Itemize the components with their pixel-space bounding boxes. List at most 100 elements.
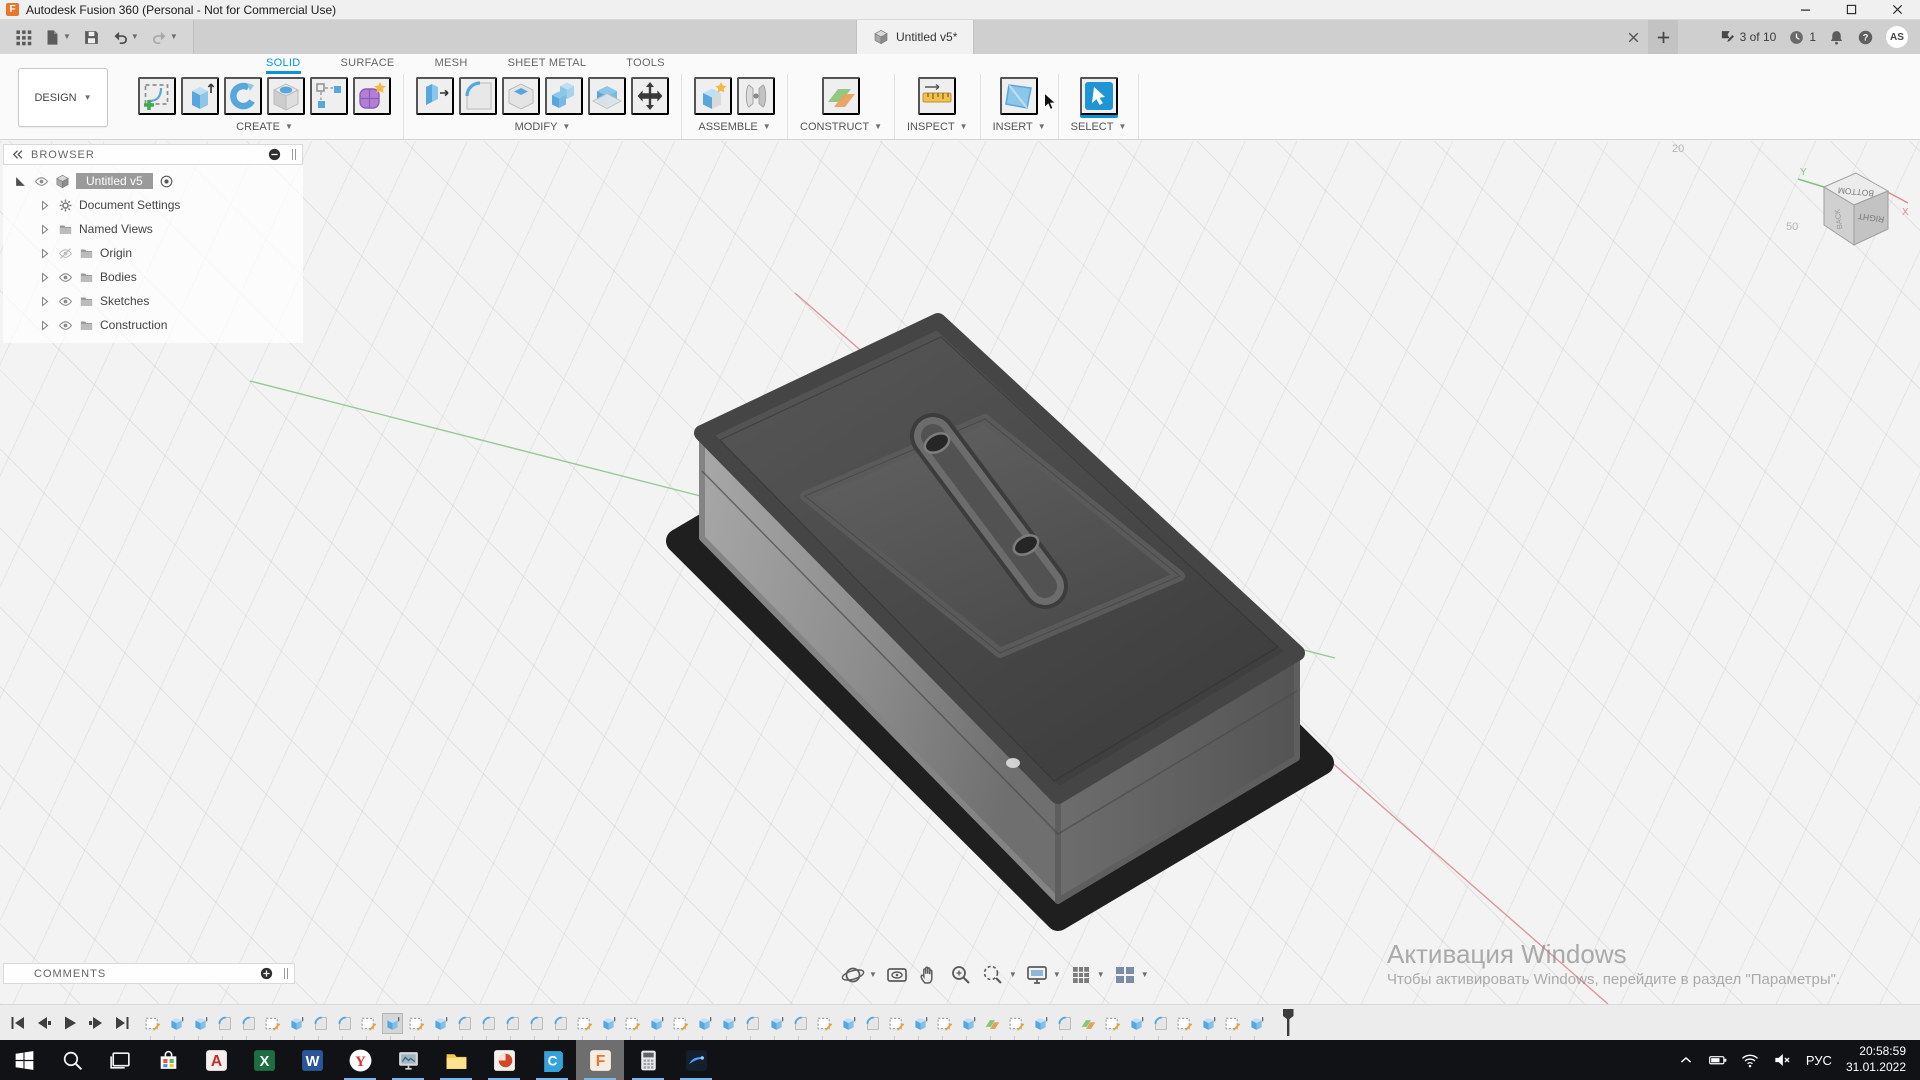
eye-icon[interactable] xyxy=(58,318,73,333)
panel-grip[interactable] xyxy=(284,968,288,979)
timeline-feature-extrude[interactable] xyxy=(694,1013,715,1034)
grid-settings-button[interactable]: ▼ xyxy=(1069,963,1105,987)
pan-button[interactable] xyxy=(917,963,941,987)
timeline-playhead[interactable] xyxy=(1282,1008,1294,1038)
viewport[interactable]: 20 50 BROWSER Untitled v5 Document Setti… xyxy=(0,141,1920,1004)
expand-panel-icon[interactable] xyxy=(259,966,274,981)
collapse-chevrons-icon[interactable] xyxy=(10,147,25,162)
eye-icon[interactable] xyxy=(58,270,73,285)
timeline-feature-fillet[interactable] xyxy=(478,1013,499,1034)
close-button[interactable] xyxy=(1874,0,1920,19)
timeline-feature-sketch[interactable] xyxy=(406,1013,427,1034)
volume-muted-icon[interactable] xyxy=(1772,1050,1792,1070)
timeline-feature-extrude[interactable] xyxy=(838,1013,859,1034)
group-label-create[interactable]: CREATE ▼ xyxy=(236,118,293,138)
timeline-feature-extrude[interactable] xyxy=(1030,1013,1051,1034)
fillet-tool-button[interactable] xyxy=(459,77,497,115)
timeline-feature-fillet[interactable] xyxy=(502,1013,523,1034)
expand-arrow-icon[interactable] xyxy=(37,222,52,237)
job-status-button[interactable]: 1 xyxy=(1788,29,1816,46)
play-button[interactable] xyxy=(60,1013,80,1033)
timeline-feature-sketch[interactable] xyxy=(1174,1013,1195,1034)
workspace-selector[interactable]: DESIGN ▼ xyxy=(18,68,108,127)
browser-header[interactable]: BROWSER xyxy=(3,144,303,165)
help-button[interactable]: ? xyxy=(1857,29,1874,46)
timeline-feature-fillet[interactable] xyxy=(310,1013,331,1034)
group-label-assemble[interactable]: ASSEMBLE ▼ xyxy=(698,118,770,138)
timeline-feature-fillet[interactable] xyxy=(1150,1013,1171,1034)
browser-item-construction[interactable]: Construction xyxy=(3,313,303,337)
view-cube[interactable]: Y X BOTTOM RIGHT BACK xyxy=(1790,147,1915,262)
new-tab-button[interactable] xyxy=(1648,20,1678,54)
battery-icon[interactable] xyxy=(1708,1050,1728,1070)
panel-grip[interactable] xyxy=(292,149,296,160)
document-tab[interactable]: Untitled v5* xyxy=(856,20,975,54)
go-to-end-button[interactable] xyxy=(112,1013,132,1033)
timeline-feature-fillet[interactable] xyxy=(790,1013,811,1034)
photo-editor[interactable] xyxy=(672,1040,720,1080)
model-body[interactable] xyxy=(666,313,1334,931)
tab-solid[interactable]: SOLID xyxy=(266,57,301,74)
timeline-feature-fillet[interactable] xyxy=(742,1013,763,1034)
insert-canvas-button[interactable] xyxy=(1000,77,1039,115)
timeline-feature-extrude[interactable] xyxy=(286,1013,307,1034)
timeline-feature-extrude[interactable] xyxy=(1198,1013,1219,1034)
word[interactable]: W xyxy=(288,1040,336,1080)
cura[interactable]: C xyxy=(528,1040,576,1080)
minimize-button[interactable] xyxy=(1782,0,1828,19)
maximize-button[interactable] xyxy=(1828,0,1874,19)
timeline-feature-fillet[interactable] xyxy=(214,1013,235,1034)
expand-triangle-icon[interactable] xyxy=(13,174,28,189)
joint-button[interactable] xyxy=(737,77,775,115)
group-label-inspect[interactable]: INSPECT ▼ xyxy=(907,118,968,138)
start-button[interactable] xyxy=(0,1040,48,1080)
timeline-feature-extrude[interactable] xyxy=(382,1013,403,1034)
excel[interactable]: X xyxy=(240,1040,288,1080)
eye-icon[interactable] xyxy=(58,294,73,309)
account-avatar[interactable]: AS xyxy=(1886,26,1908,48)
tab-sheet-metal[interactable]: SHEET METAL xyxy=(508,57,587,74)
timeline-feature-sketch[interactable] xyxy=(1102,1013,1123,1034)
timeline-feature-fillet[interactable] xyxy=(1054,1013,1075,1034)
timeline-feature-extrude[interactable] xyxy=(766,1013,787,1034)
timeline-feature-extrude[interactable] xyxy=(910,1013,931,1034)
timeline-feature-fillet[interactable] xyxy=(526,1013,547,1034)
zoom-button[interactable] xyxy=(949,963,973,987)
extensions-button[interactable]: 3 of 10 xyxy=(1719,29,1776,46)
timeline-feature-extrude[interactable] xyxy=(718,1013,739,1034)
timeline-feature-sketch[interactable] xyxy=(262,1013,283,1034)
eye-hidden-icon[interactable] xyxy=(58,246,73,261)
tab-tools[interactable]: TOOLS xyxy=(626,57,665,74)
browser-item-bodies[interactable]: Bodies xyxy=(3,265,303,289)
new-component-button[interactable] xyxy=(694,77,732,115)
orbit-button[interactable]: ▼ xyxy=(841,963,877,987)
timeline-feature-sketch[interactable] xyxy=(934,1013,955,1034)
undo-button[interactable]: ▼ xyxy=(109,27,142,48)
redo-button[interactable]: ▼ xyxy=(148,27,181,48)
timeline-feature-sketch[interactable] xyxy=(574,1013,595,1034)
step-back-button[interactable] xyxy=(34,1013,54,1033)
hole-button[interactable] xyxy=(267,77,305,115)
file-menu-button[interactable]: ▼ xyxy=(41,27,74,48)
step-forward-button[interactable] xyxy=(86,1013,106,1033)
wifi-icon[interactable] xyxy=(1740,1050,1760,1070)
select-button[interactable] xyxy=(1079,77,1118,115)
screen-capture-app[interactable] xyxy=(384,1040,432,1080)
powerpoint[interactable] xyxy=(480,1040,528,1080)
fit-button[interactable]: ▼ xyxy=(981,963,1017,987)
timeline-feature-plane[interactable] xyxy=(982,1013,1003,1034)
split-body-button[interactable] xyxy=(588,77,626,115)
timeline-feature-extrude[interactable] xyxy=(598,1013,619,1034)
autocad[interactable]: A xyxy=(192,1040,240,1080)
combine-button[interactable] xyxy=(545,77,583,115)
timeline-feature-sketch[interactable] xyxy=(670,1013,691,1034)
root-document-label[interactable]: Untitled v5 xyxy=(76,173,153,189)
extrude-button[interactable] xyxy=(181,77,219,115)
close-tab-button[interactable] xyxy=(1618,20,1648,54)
timeline-feature-extrude[interactable] xyxy=(430,1013,451,1034)
timeline-feature-fillet[interactable] xyxy=(862,1013,883,1034)
timeline-feature-extrude[interactable] xyxy=(166,1013,187,1034)
minimize-panel-icon[interactable] xyxy=(267,147,282,162)
timeline-feature-fillet[interactable] xyxy=(238,1013,259,1034)
measure-button[interactable] xyxy=(918,77,957,115)
